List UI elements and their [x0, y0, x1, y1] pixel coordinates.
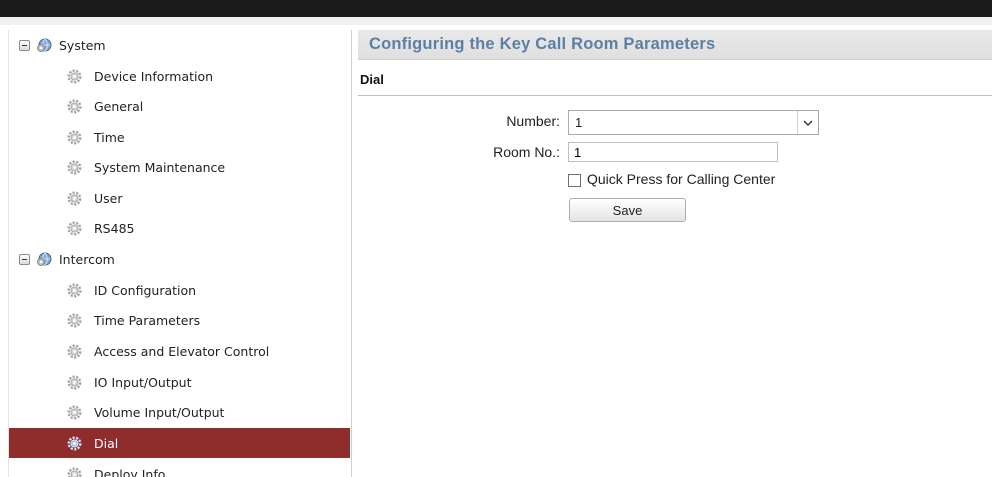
tree-item-device-information[interactable]: Device Information	[9, 61, 350, 91]
tree-item-dial[interactable]: Dial	[9, 428, 350, 458]
tree-item-label: Time	[94, 129, 125, 145]
settings-globe-icon	[36, 37, 52, 53]
gear-icon	[67, 68, 82, 84]
top-strip	[0, 17, 992, 25]
section-title: Dial	[360, 72, 384, 87]
content-panel: Configuring the Key Call Room Parameters…	[358, 30, 992, 477]
gear-icon	[67, 220, 82, 236]
tree-item-label: Dial	[94, 435, 119, 451]
gear-icon	[67, 159, 82, 175]
tree-item-volume-input-output[interactable]: Volume Input/Output	[9, 397, 350, 427]
page-title: Configuring the Key Call Room Parameters	[369, 35, 716, 53]
tree-item-label: User	[94, 190, 123, 206]
gear-icon	[67, 312, 82, 328]
tree-item-label: RS485	[94, 220, 135, 236]
tree-item-label: Device Information	[94, 68, 214, 84]
tree-item-time-parameters[interactable]: Time Parameters	[9, 305, 350, 335]
tree-group-intercom[interactable]: Intercom	[9, 244, 350, 274]
tree-item-label: System Maintenance	[94, 159, 226, 175]
tree-item-io-input-output[interactable]: IO Input/Output	[9, 367, 350, 397]
number-select-value: 1	[575, 115, 583, 130]
tree-item-label: Volume Input/Output	[94, 404, 225, 420]
settings-globe-icon	[36, 251, 52, 267]
gear-icon	[67, 467, 82, 477]
collapse-toggle-icon[interactable]	[19, 253, 30, 265]
tree-item-label: Deploy Info	[94, 466, 166, 477]
navigation-tree: System Device Information General Time S…	[8, 30, 352, 477]
page-header: Configuring the Key Call Room Parameters	[358, 30, 992, 60]
quick-press-label: Quick Press for Calling Center	[587, 171, 776, 187]
chevron-down-icon[interactable]	[797, 111, 818, 134]
tree-item-label: General	[94, 98, 144, 114]
gear-icon	[67, 404, 82, 420]
quick-press-checkbox[interactable]	[568, 174, 581, 187]
tree-group-system[interactable]: System	[9, 30, 350, 60]
gear-icon	[67, 282, 82, 298]
save-button[interactable]: Save	[569, 198, 686, 222]
tree-item-id-configuration[interactable]: ID Configuration	[9, 275, 350, 305]
tree-group-label: Intercom	[59, 251, 115, 267]
tree-item-label: IO Input/Output	[94, 374, 192, 390]
tree-item-label: Access and Elevator Control	[94, 343, 270, 359]
tree-item-time[interactable]: Time	[9, 122, 350, 152]
tree-item-label: Time Parameters	[94, 312, 201, 328]
tree-item-access-elevator-control[interactable]: Access and Elevator Control	[9, 336, 350, 366]
gear-icon	[67, 435, 82, 451]
gear-icon	[67, 374, 82, 390]
gear-icon	[67, 98, 82, 114]
tree-item-label: ID Configuration	[94, 282, 197, 298]
tree-item-rs485[interactable]: RS485	[9, 213, 350, 243]
collapse-toggle-icon[interactable]	[19, 39, 30, 51]
window-top-bar	[0, 0, 992, 17]
gear-icon	[67, 190, 82, 206]
section-divider	[358, 95, 992, 96]
room-no-label: Room No.:	[493, 144, 560, 160]
gear-icon	[67, 343, 82, 359]
number-select[interactable]: 1	[568, 110, 819, 135]
tree-item-deploy-info[interactable]: Deploy Info	[9, 459, 350, 477]
tree-item-user[interactable]: User	[9, 183, 350, 213]
number-label: Number:	[506, 113, 560, 129]
room-no-input[interactable]	[568, 142, 778, 162]
tree-group-label: System	[59, 37, 106, 53]
gear-icon	[67, 129, 82, 145]
tree-item-system-maintenance[interactable]: System Maintenance	[9, 152, 350, 182]
tree-item-general[interactable]: General	[9, 91, 350, 121]
